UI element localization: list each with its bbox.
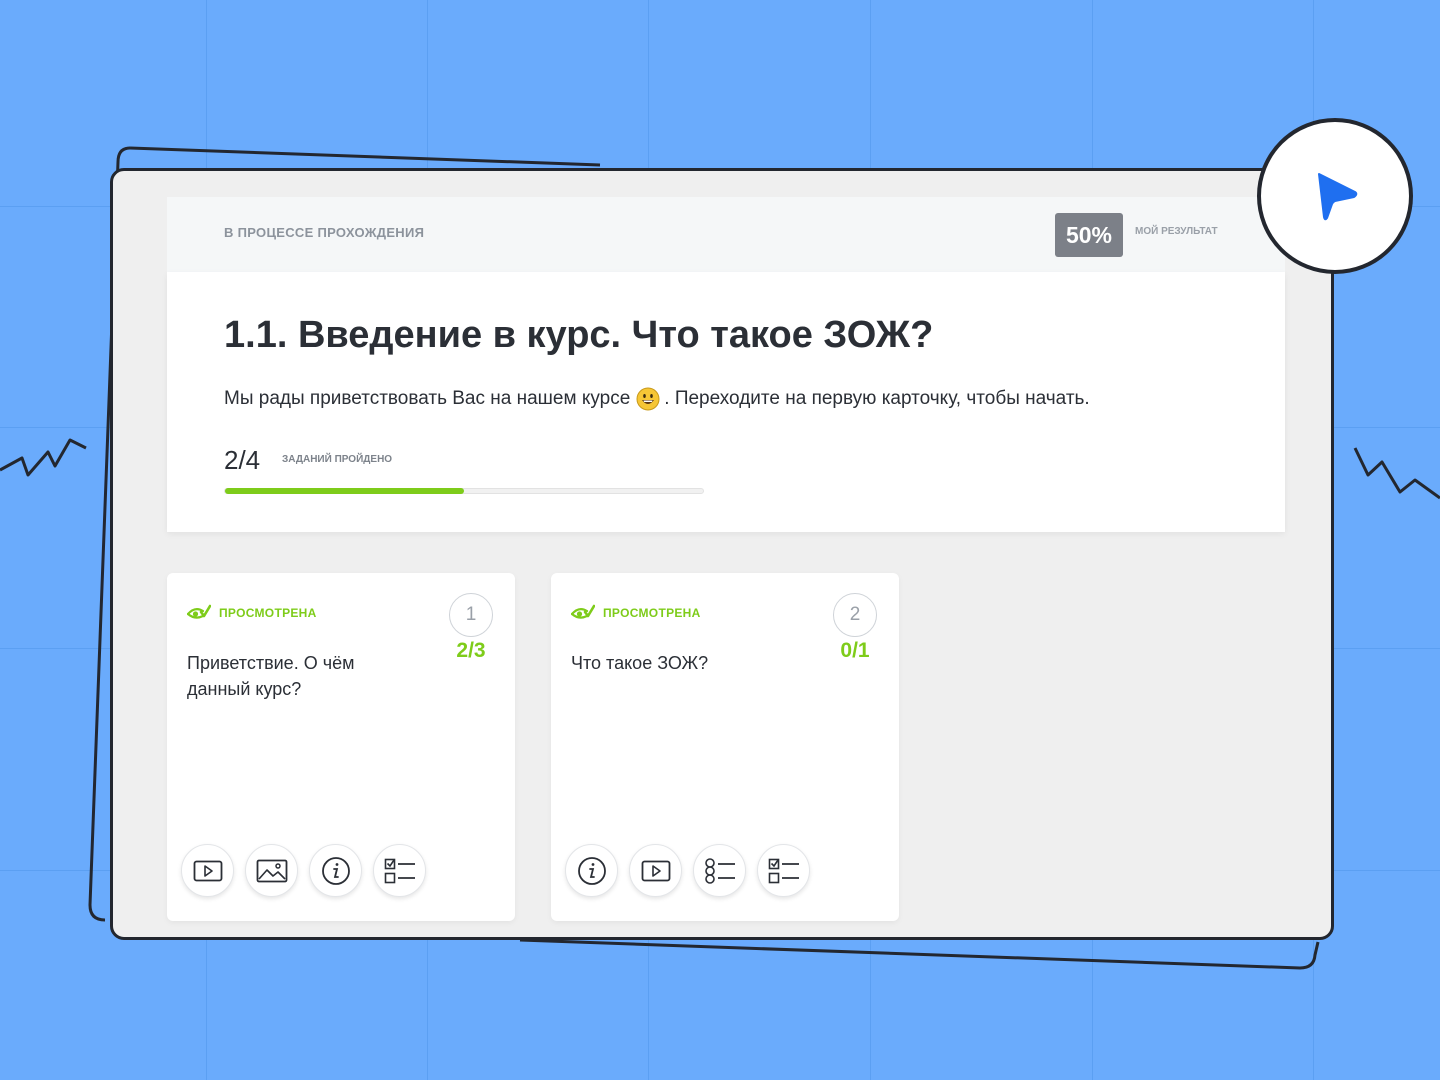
progress-label: ЗАДАНИЙ ПРОЙДЕНО bbox=[282, 454, 393, 465]
card-number: 2 bbox=[833, 593, 877, 637]
progress-bar bbox=[224, 488, 704, 494]
task-card-2[interactable]: ПРОСМОТРЕНА 2 0/1 Что такое ЗОЖ? bbox=[551, 573, 899, 921]
smile-emoji-icon bbox=[636, 387, 660, 411]
options-list-icon[interactable] bbox=[693, 844, 746, 897]
play-cursor-icon bbox=[1318, 173, 1358, 221]
progress-count: 2/4 bbox=[224, 445, 261, 475]
play-button[interactable] bbox=[1257, 118, 1413, 274]
video-icon[interactable] bbox=[181, 844, 234, 897]
lesson-description: Мы рады приветствовать Вас на нашем курс… bbox=[224, 387, 1090, 411]
checklist-icon[interactable] bbox=[373, 844, 426, 897]
lesson-title: 1.1. Введение в курс. Что такое ЗОЖ? bbox=[224, 314, 934, 356]
viewed-status-label: ПРОСМОТРЕНА bbox=[603, 606, 701, 620]
eye-check-icon bbox=[571, 604, 595, 619]
viewed-status: ПРОСМОТРЕНА bbox=[571, 604, 701, 622]
lesson-description-text: Мы рады приветствовать Вас на нашем курс… bbox=[224, 388, 631, 409]
info-icon[interactable] bbox=[309, 844, 362, 897]
card-number: 1 bbox=[449, 593, 493, 637]
eye-check-icon bbox=[187, 604, 211, 619]
card-content-icons bbox=[181, 844, 426, 897]
card-score: 0/1 bbox=[840, 639, 870, 662]
viewed-status-label: ПРОСМОТРЕНА bbox=[219, 606, 317, 620]
viewed-status: ПРОСМОТРЕНА bbox=[187, 604, 317, 622]
card-score: 2/3 bbox=[456, 639, 486, 662]
card-content-icons bbox=[565, 844, 810, 897]
image-icon[interactable] bbox=[245, 844, 298, 897]
lesson-description-text-end: . Переходите на первую карточку, чтобы н… bbox=[664, 388, 1090, 409]
card-title[interactable]: Приветствие. О чём данный курс? bbox=[187, 650, 417, 702]
info-icon[interactable] bbox=[565, 844, 618, 897]
status-text: В ПРОЦЕССЕ ПРОХОЖДЕНИЯ bbox=[224, 225, 425, 240]
task-card-1[interactable]: ПРОСМОТРЕНА 1 2/3 Приветствие. О чём дан… bbox=[167, 573, 515, 921]
progress-bar-fill bbox=[225, 488, 464, 494]
card-title[interactable]: Что такое ЗОЖ? bbox=[571, 650, 801, 676]
result-percent-badge: 50% bbox=[1055, 213, 1123, 257]
checklist-icon[interactable] bbox=[757, 844, 810, 897]
video-icon[interactable] bbox=[629, 844, 682, 897]
result-label: МОЙ РЕЗУЛЬТАТ bbox=[1135, 226, 1218, 237]
